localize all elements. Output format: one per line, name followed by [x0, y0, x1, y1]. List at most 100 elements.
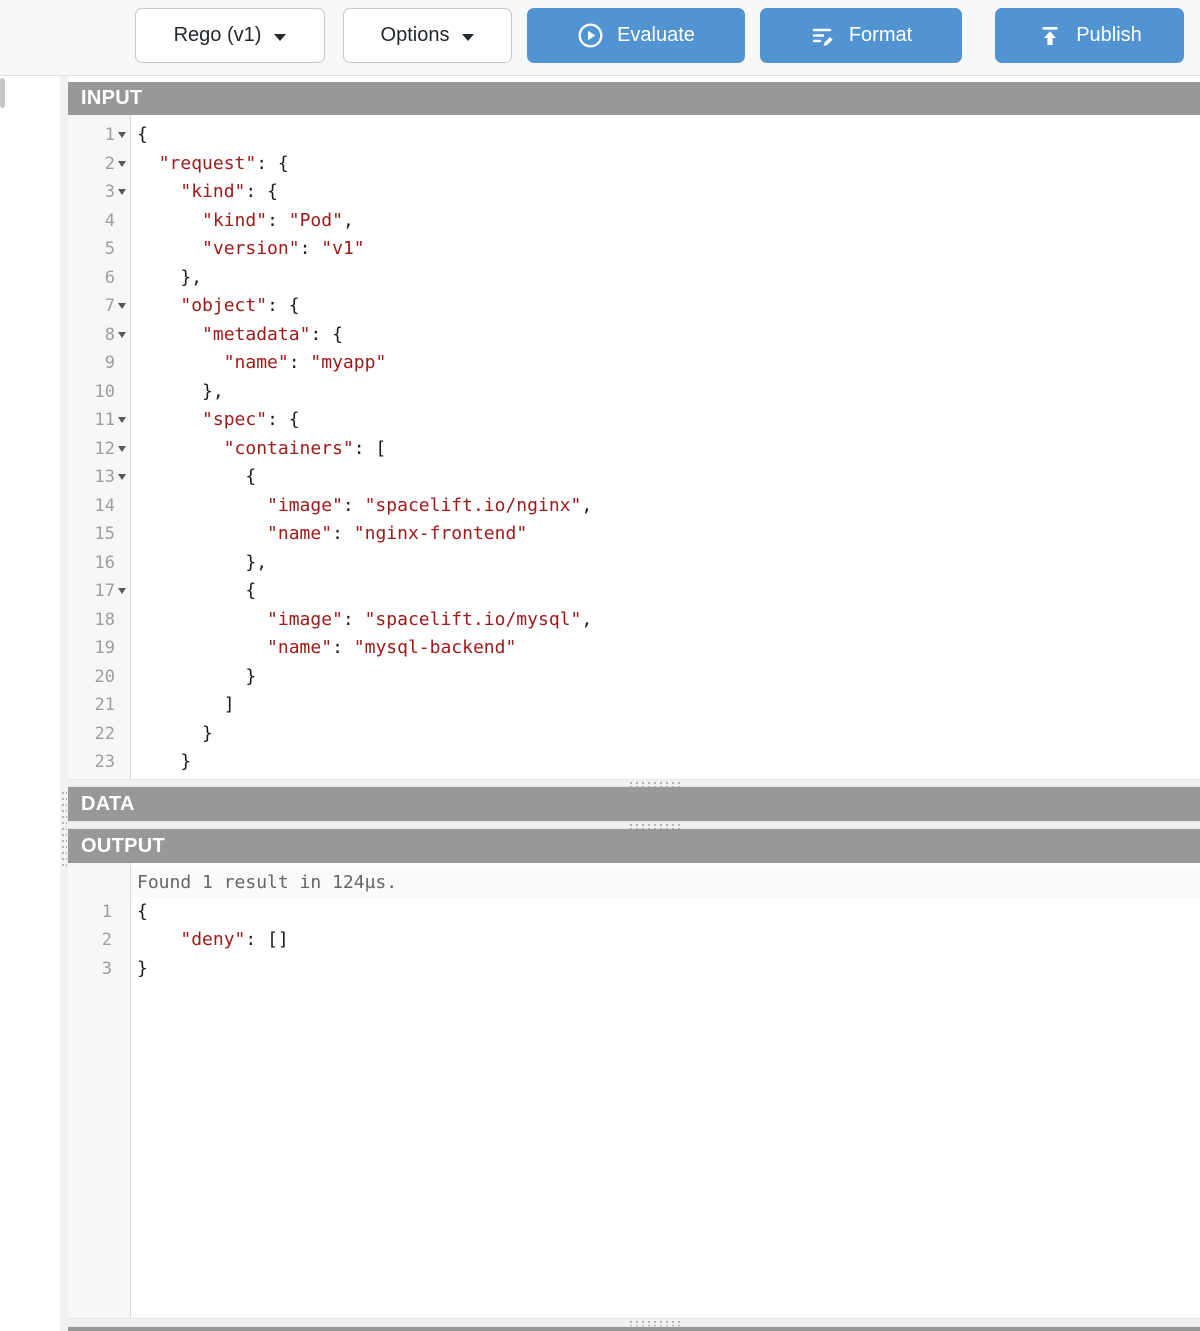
- chevron-down-icon: [462, 34, 474, 41]
- data-output-resize-handle[interactable]: [68, 821, 1200, 829]
- code-line[interactable]: }: [132, 748, 1200, 777]
- code-line[interactable]: ]: [132, 691, 1200, 720]
- code-line[interactable]: }: [132, 720, 1200, 749]
- code-line[interactable]: "kind": "Pod",: [132, 207, 1200, 236]
- line-number: 5: [68, 235, 131, 264]
- line-number: 13: [68, 463, 131, 492]
- fold-arrow-icon[interactable]: [115, 474, 128, 480]
- upload-icon: [1037, 23, 1063, 49]
- options-dropdown[interactable]: Options: [343, 8, 512, 63]
- line-number: 1: [68, 121, 131, 150]
- data-panel-header[interactable]: DATA: [68, 787, 1200, 821]
- output-bottom-resize-handle[interactable]: [68, 1318, 1200, 1327]
- input-editor[interactable]: 1234567891011121314151617181920212223 { …: [68, 115, 1200, 779]
- line-number: 3: [68, 178, 131, 207]
- evaluate-label: Evaluate: [617, 24, 695, 47]
- publish-button[interactable]: Publish: [995, 8, 1184, 63]
- code-line[interactable]: "spec": {: [132, 406, 1200, 435]
- code-line[interactable]: "name": "nginx-frontend": [132, 520, 1200, 549]
- line-number: 17: [68, 577, 131, 606]
- code-line[interactable]: },: [132, 378, 1200, 407]
- vertical-resize-handle[interactable]: [60, 76, 68, 1331]
- output-editor[interactable]: 123 Found 1 result in 124µs. { "deny": […: [68, 863, 1200, 1318]
- fold-arrow-icon[interactable]: [115, 161, 128, 167]
- fold-arrow-icon[interactable]: [115, 189, 128, 195]
- output-panel-header[interactable]: OUTPUT: [68, 829, 1200, 863]
- line-number: 12: [68, 435, 131, 464]
- line-number: 11: [68, 406, 131, 435]
- output-panel-title: OUTPUT: [81, 835, 165, 858]
- code-line[interactable]: "deny": []: [132, 926, 1200, 955]
- line-number: 2: [68, 150, 131, 179]
- input-data-resize-handle[interactable]: [68, 779, 1200, 787]
- drag-grip-icon: [61, 790, 67, 868]
- fold-arrow-icon[interactable]: [115, 132, 128, 138]
- code-line[interactable]: }: [132, 663, 1200, 692]
- line-number: 14: [68, 492, 131, 521]
- fold-arrow-icon[interactable]: [115, 446, 128, 452]
- toolbar: Rego (v1) Options Evaluate: [0, 0, 1200, 76]
- code-line[interactable]: "object": {: [132, 292, 1200, 321]
- output-gutter-lines: 123: [68, 869, 131, 983]
- line-number: 4: [68, 207, 131, 236]
- evaluation-status: Found 1 result in 124µs.: [132, 869, 1200, 898]
- code-line[interactable]: "request": {: [132, 150, 1200, 179]
- chevron-down-icon: [274, 34, 286, 41]
- rego-version-label: Rego (v1): [174, 24, 262, 47]
- code-line[interactable]: "name": "mysql-backend": [132, 634, 1200, 663]
- line-number: 18: [68, 606, 131, 635]
- line-number: 10: [68, 378, 131, 407]
- line-number: 1: [68, 898, 131, 927]
- code-line[interactable]: {: [132, 121, 1200, 150]
- line-number: 9: [68, 349, 131, 378]
- code-line[interactable]: "image": "spacelift.io/nginx",: [132, 492, 1200, 521]
- input-panel-header[interactable]: INPUT: [68, 82, 1200, 115]
- line-number: 21: [68, 691, 131, 720]
- play-circle-icon: [577, 22, 604, 49]
- code-line[interactable]: "name": "myapp": [132, 349, 1200, 378]
- fold-arrow-icon[interactable]: [115, 332, 128, 338]
- next-panel-header: [68, 1327, 1200, 1331]
- line-number: 16: [68, 549, 131, 578]
- input-panel-title: INPUT: [81, 87, 143, 110]
- fold-arrow-icon[interactable]: [115, 588, 128, 594]
- format-label: Format: [849, 24, 912, 47]
- policy-playground: Rego (v1) Options Evaluate: [0, 0, 1200, 1331]
- data-panel-title: DATA: [81, 793, 135, 816]
- code-line[interactable]: "metadata": {: [132, 321, 1200, 350]
- format-icon: [810, 23, 836, 49]
- line-number: 6: [68, 264, 131, 293]
- line-number: 2: [68, 926, 131, 955]
- gutter-spacer: [68, 869, 131, 898]
- left-pane-scrollbar[interactable]: [0, 78, 5, 108]
- rego-version-dropdown[interactable]: Rego (v1): [135, 8, 325, 63]
- options-label: Options: [381, 24, 450, 47]
- line-number: 8: [68, 321, 131, 350]
- code-line[interactable]: {: [132, 898, 1200, 927]
- line-number: 23: [68, 748, 131, 777]
- code-line[interactable]: }: [132, 955, 1200, 984]
- line-number: 19: [68, 634, 131, 663]
- fold-arrow-icon[interactable]: [115, 303, 128, 309]
- code-line[interactable]: "version": "v1": [132, 235, 1200, 264]
- publish-label: Publish: [1076, 24, 1142, 47]
- line-number: 3: [68, 955, 131, 984]
- code-line[interactable]: "containers": [: [132, 435, 1200, 464]
- code-line[interactable]: },: [132, 264, 1200, 293]
- evaluate-button[interactable]: Evaluate: [527, 8, 745, 63]
- code-line[interactable]: {: [132, 463, 1200, 492]
- fold-arrow-icon[interactable]: [115, 417, 128, 423]
- line-number: 7: [68, 292, 131, 321]
- drag-grip-icon: [628, 1320, 684, 1326]
- code-line[interactable]: "kind": {: [132, 178, 1200, 207]
- input-gutter-lines: 1234567891011121314151617181920212223: [68, 121, 131, 777]
- output-code-lines[interactable]: Found 1 result in 124µs. { "deny": []}: [132, 869, 1200, 983]
- code-line[interactable]: },: [132, 549, 1200, 578]
- input-code-lines[interactable]: { "request": { "kind": { "kind": "Pod", …: [132, 121, 1200, 777]
- code-line[interactable]: {: [132, 577, 1200, 606]
- code-line[interactable]: "image": "spacelift.io/mysql",: [132, 606, 1200, 635]
- line-number: 22: [68, 720, 131, 749]
- line-number: 20: [68, 663, 131, 692]
- line-number: 15: [68, 520, 131, 549]
- format-button[interactable]: Format: [760, 8, 962, 63]
